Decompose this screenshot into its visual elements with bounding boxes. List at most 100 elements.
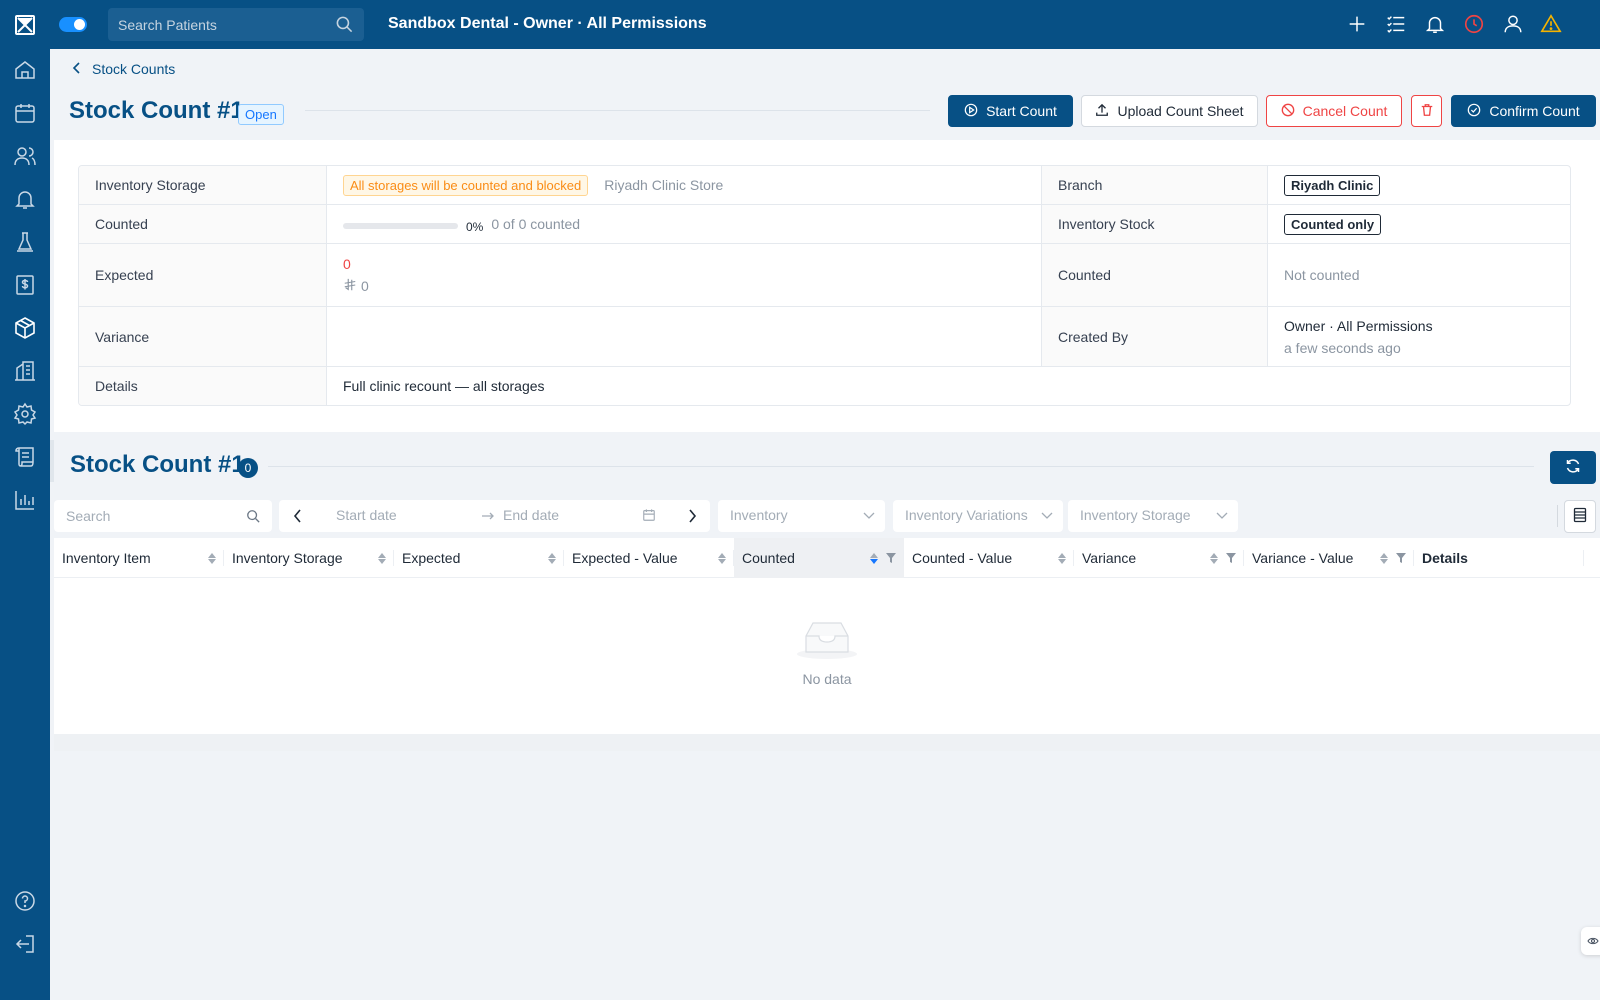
section-divider — [268, 466, 1534, 467]
sort-icon[interactable] — [1210, 552, 1218, 564]
sort-icon[interactable] — [548, 552, 556, 564]
column-header-counted-value[interactable]: Counted - Value — [904, 538, 1074, 578]
breadcrumb-back-link[interactable]: Stock Counts — [92, 61, 175, 77]
help-icon[interactable] — [13, 889, 37, 913]
table-search[interactable] — [54, 500, 272, 532]
counted-percent: 0% — [466, 220, 484, 234]
column-header-expected-value[interactable]: Expected - Value — [564, 538, 734, 578]
inventory-select-value: Inventory — [730, 507, 788, 523]
expected-value-cell: 0 0 — [327, 244, 1042, 306]
page-title: Stock Count #1 — [69, 97, 244, 124]
chevron-down-icon — [1041, 512, 1053, 519]
calendar-icon[interactable] — [642, 508, 656, 525]
patient-search[interactable] — [108, 8, 364, 41]
home-icon[interactable] — [13, 58, 37, 82]
sort-icon[interactable] — [1058, 552, 1066, 564]
inventory-stock-label: Inventory Stock — [1042, 205, 1268, 243]
inventory-variations-select[interactable]: Inventory Variations — [893, 500, 1063, 532]
app-logo-icon[interactable] — [15, 15, 35, 35]
inventory-variations-select-value: Inventory Variations — [905, 507, 1028, 523]
created-by-label: Created By — [1042, 307, 1268, 366]
lab-icon[interactable] — [13, 230, 37, 254]
patients-icon[interactable] — [13, 144, 37, 168]
plus-icon[interactable] — [1346, 13, 1368, 35]
user-profile-icon[interactable] — [1502, 13, 1524, 35]
start-date-input[interactable]: Start date — [336, 507, 397, 523]
column-settings-button[interactable] — [1564, 500, 1596, 533]
chevron-right-icon[interactable] — [687, 509, 697, 526]
column-header-variance-value[interactable]: Variance - Value — [1244, 538, 1414, 578]
check-circle-icon — [1467, 103, 1481, 120]
column-header-counted[interactable]: Counted — [734, 538, 904, 578]
play-circle-icon — [964, 103, 978, 120]
details-table: Inventory Storage All storages will be c… — [78, 165, 1571, 406]
calendar-icon[interactable] — [13, 101, 37, 125]
mode-toggle[interactable] — [59, 17, 87, 32]
clinic-building-icon[interactable] — [13, 359, 37, 383]
expected-currency-value: 0 — [361, 278, 369, 294]
details-value: Full clinic recount — all storages — [343, 378, 545, 394]
bell-icon[interactable] — [13, 187, 37, 211]
logout-icon[interactable] — [13, 932, 37, 956]
sort-icon[interactable] — [1380, 552, 1388, 564]
preview-toggle[interactable] — [1581, 927, 1600, 955]
upload-count-sheet-button[interactable]: Upload Count Sheet — [1081, 95, 1258, 127]
cancel-count-button[interactable]: Cancel Count — [1266, 95, 1402, 127]
expected-quantity: 0 — [343, 255, 351, 272]
counted-progress-bar — [343, 223, 458, 229]
sort-icon[interactable] — [870, 552, 878, 564]
chevron-left-icon[interactable] — [72, 61, 82, 77]
clock-icon[interactable] — [1463, 13, 1485, 35]
filter-icon[interactable] — [886, 553, 896, 563]
details-row: Expected 0 0 Counted Not counted — [79, 244, 1570, 307]
inventory-box-icon[interactable] — [13, 316, 37, 340]
patient-search-input[interactable] — [118, 8, 318, 41]
warning-icon[interactable] — [1540, 13, 1562, 35]
settings-icon[interactable] — [13, 402, 37, 426]
sort-icon[interactable] — [718, 552, 726, 564]
inventory-stock-tag: Counted only — [1284, 213, 1382, 235]
status-badge: Open — [238, 104, 284, 125]
details-row: Inventory Storage All storages will be c… — [79, 166, 1570, 205]
column-header-expected[interactable]: Expected — [394, 538, 564, 578]
search-icon[interactable] — [335, 15, 354, 37]
table-footer — [54, 734, 1600, 751]
refresh-button[interactable] — [1550, 451, 1596, 484]
reports-chart-icon[interactable] — [13, 488, 37, 512]
stock-count-details-card: Inventory Storage All storages will be c… — [54, 140, 1600, 432]
app-title: Sandbox Dental - Owner · All Permissions — [388, 15, 707, 32]
details-label: Details — [79, 367, 327, 405]
trash-icon — [1420, 103, 1434, 120]
inventory-select[interactable]: Inventory — [718, 500, 885, 532]
details-row: Variance Created By Owner · All Permissi… — [79, 307, 1570, 367]
confirm-count-button[interactable]: Confirm Count — [1451, 95, 1596, 127]
inventory-stock-value-cell: Counted only — [1268, 205, 1570, 243]
counted-summary-label: Counted — [1042, 244, 1268, 306]
chevron-left-icon[interactable] — [293, 509, 303, 526]
start-count-button[interactable]: Start Count — [948, 95, 1073, 127]
sort-icon[interactable] — [378, 552, 386, 564]
inventory-storage-select[interactable]: Inventory Storage — [1068, 500, 1238, 532]
table-header: Inventory Item Inventory Storage Expecte… — [54, 538, 1600, 578]
column-header-variance[interactable]: Variance — [1074, 538, 1244, 578]
sort-icon[interactable] — [208, 552, 216, 564]
item-count-badge: 0 — [238, 458, 258, 478]
filter-icon[interactable] — [1226, 553, 1236, 563]
counted-value-cell: 0% 0 of 0 counted — [327, 205, 1042, 243]
table-search-input[interactable] — [66, 500, 236, 532]
search-icon[interactable] — [246, 509, 260, 526]
end-date-input[interactable]: End date — [503, 507, 559, 523]
task-list-icon[interactable] — [1385, 13, 1407, 35]
delete-button[interactable] — [1411, 95, 1442, 127]
column-header-inventory-item[interactable]: Inventory Item — [54, 538, 224, 578]
breadcrumb[interactable]: Stock Counts — [72, 61, 175, 77]
filter-icon[interactable] — [1396, 553, 1406, 563]
notifications-bell-icon[interactable] — [1424, 13, 1446, 35]
cancel-count-label: Cancel Count — [1302, 103, 1388, 119]
date-range-picker[interactable]: Start date End date — [279, 500, 710, 532]
section-accent — [50, 440, 54, 482]
column-header-inventory-storage[interactable]: Inventory Storage — [224, 538, 394, 578]
billing-icon[interactable] — [13, 273, 37, 297]
counted-text: 0 of 0 counted — [491, 216, 581, 232]
ledger-icon[interactable] — [13, 445, 37, 469]
